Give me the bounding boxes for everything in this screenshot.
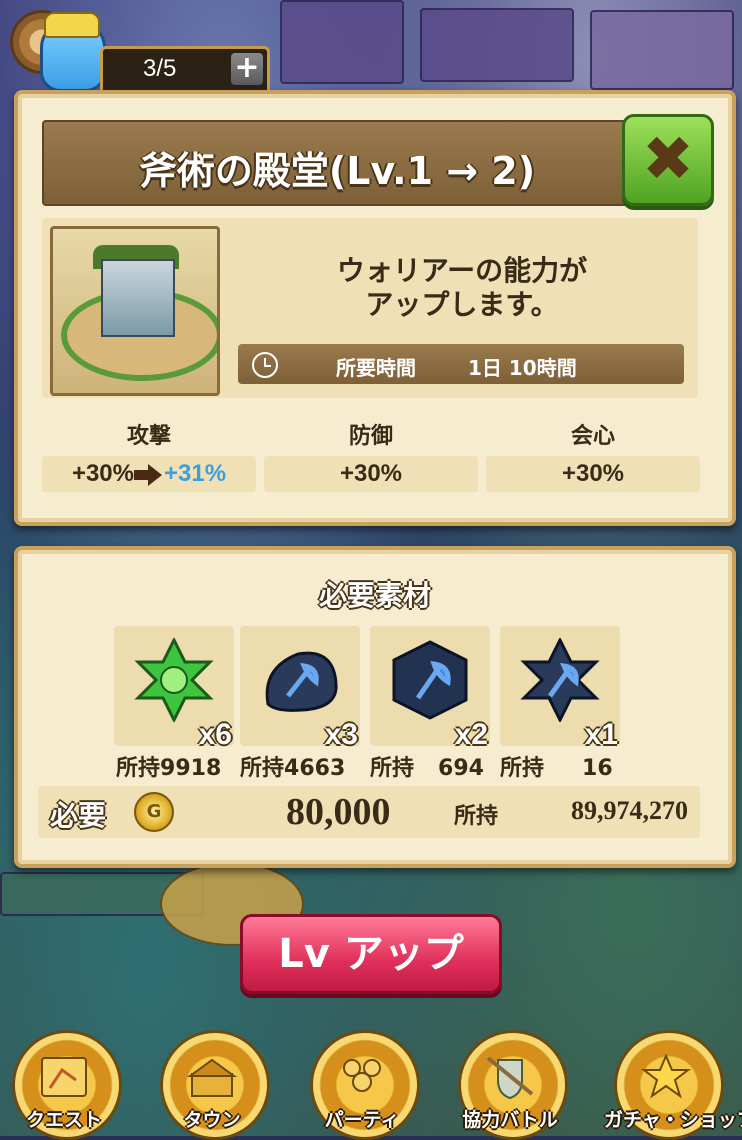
material-owned: 所持9918 (116, 750, 240, 782)
stat-current: +30% (71, 460, 134, 487)
background-building (590, 10, 734, 90)
town-icon (186, 1058, 238, 1097)
stamina-value: 3/5 (143, 55, 177, 82)
stat-value: +30% +31% (42, 456, 256, 492)
gacha-star-icon (641, 1054, 691, 1099)
coop-battle-icon (486, 1056, 534, 1100)
stat-label: 防御 (348, 424, 393, 449)
stamina-plus-button[interactable]: + (231, 53, 263, 85)
description-line: アップします。 (365, 288, 559, 321)
material-count: x2 (454, 718, 488, 751)
gold-coin-icon: G (134, 792, 174, 832)
material-count: x6 (198, 718, 232, 751)
nav-party[interactable]: パーティ (300, 1030, 424, 1140)
required-time-label: 所要時間 (336, 356, 416, 380)
owned-label: 所持 (500, 756, 545, 781)
required-time-bar: 所要時間 1日 10時間 (238, 344, 684, 384)
owned-value: 16 (582, 756, 613, 781)
stat-value: +30% (486, 456, 700, 492)
owned-label: 所持 (116, 756, 161, 781)
blue-axe-slime-icon (265, 651, 338, 712)
clock-icon (252, 352, 278, 378)
stat-critical: 会心 +30% (486, 418, 700, 492)
materials-panel: 必要素材 x6 x3 x2 x1 所持9918 所持4663 所持 694 所持… (14, 546, 736, 868)
stat-next: +31% (164, 460, 227, 487)
nav-label: 協力バトル (462, 1109, 558, 1131)
nav-label: タウン (183, 1109, 241, 1131)
material-owned: 所持4663 (240, 750, 364, 782)
gold-cost-bar: 必要 G 80,000 所持 89,974,270 (38, 786, 700, 838)
nav-label: パーティ (324, 1109, 400, 1131)
gold-cost-value: 80,000 (286, 791, 391, 833)
facility-description: ウォリアーの能力が アップします。 (242, 254, 682, 322)
nav-label: ガチャ・ショップ (604, 1109, 742, 1131)
stat-label: 攻撃 (126, 424, 171, 449)
bottom-navigation: クエスト タウン パーティ 協力バトル ガチャ・ショップ (0, 1030, 742, 1140)
facility-image (50, 226, 220, 396)
background-building (280, 0, 404, 84)
background-building (420, 8, 574, 82)
nav-town[interactable]: タウン (150, 1030, 274, 1140)
material-count: x3 (324, 718, 358, 751)
blue-axe-star-icon (520, 638, 600, 722)
material-owned: 所持 16 (500, 750, 624, 782)
hat-icon (44, 12, 100, 38)
stat-label: 会心 (570, 424, 615, 449)
gold-owned-value: 89,974,270 (571, 796, 688, 825)
nav-label: クエスト (25, 1109, 102, 1131)
material-slot[interactable]: x6 (114, 626, 234, 751)
material-slot[interactable]: x3 (240, 626, 360, 751)
nav-gacha-shop[interactable]: ガチャ・ショップ (604, 1030, 742, 1140)
level-up-button[interactable]: Lv アップ (240, 914, 502, 994)
gold-owned-label: 所持 (454, 804, 499, 829)
owned-value: 9918 (160, 756, 222, 781)
owned-value: 694 (438, 756, 484, 781)
owned-value: 4663 (284, 756, 346, 781)
required-label: 必要 (50, 799, 107, 832)
material-slot[interactable]: x1 (500, 626, 620, 751)
quest-map-icon (41, 1057, 87, 1097)
blue-axe-hexagon-icon (392, 640, 468, 720)
stamina-counter: 3/5 + (100, 46, 270, 96)
facility-dialog: 斧術の殿堂(Lv.1 → 2) ✖ ウォリアーの能力が アップします。 所要時間… (14, 90, 736, 526)
description-line: ウォリアーの能力が (336, 254, 588, 287)
facility-building (101, 259, 175, 337)
nav-coop-battle[interactable]: 協力バトル (448, 1030, 572, 1140)
dialog-title-bar: 斧術の殿堂(Lv.1 → 2) (42, 120, 632, 206)
stat-attack: 攻撃 +30% +31% (42, 418, 256, 492)
nav-quest[interactable]: クエスト (2, 1030, 126, 1140)
owned-label: 所持 (240, 756, 285, 781)
material-slot[interactable]: x2 (370, 626, 490, 751)
materials-title: 必要素材 (318, 579, 431, 612)
facility-info: ウォリアーの能力が アップします。 所要時間 1日 10時間 (42, 218, 698, 398)
close-button[interactable]: ✖ (622, 114, 714, 206)
stat-value: +30% (264, 456, 478, 492)
player-avatar[interactable] (10, 6, 106, 92)
party-icon (343, 1059, 381, 1092)
stat-defense: 防御 +30% (264, 418, 478, 492)
green-star-gem-icon (134, 638, 214, 722)
owned-label: 所持 (370, 756, 415, 781)
material-owned: 所持 694 (370, 750, 494, 782)
dialog-title: 斧術の殿堂(Lv.1 → 2) (138, 149, 536, 193)
required-time-value: 1日 10時間 (468, 356, 577, 380)
arrow-right-icon (134, 463, 164, 486)
material-count: x1 (584, 718, 618, 751)
